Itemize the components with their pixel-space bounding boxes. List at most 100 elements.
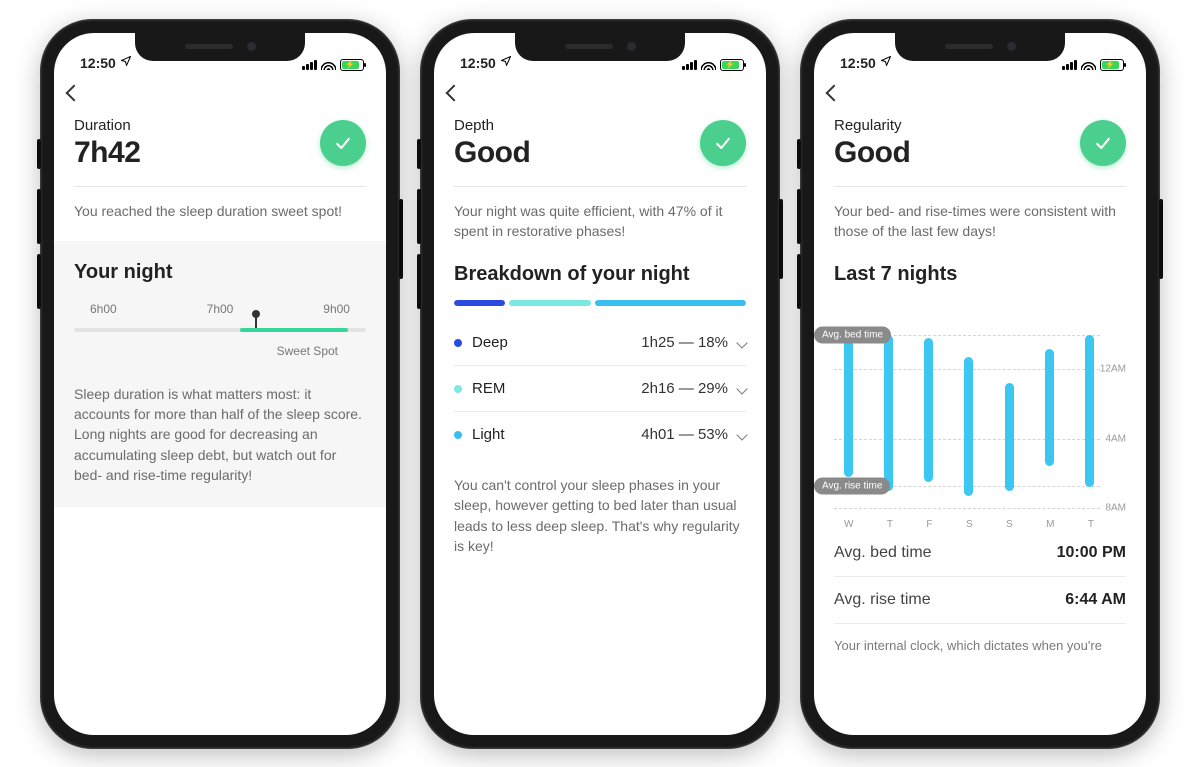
avg-bed-pill: Avg. bed time bbox=[814, 326, 891, 343]
metric-eyebrow: Depth bbox=[454, 117, 530, 134]
nav-back[interactable] bbox=[434, 73, 766, 113]
phase-value: 4h01 — 53% bbox=[641, 426, 728, 443]
metric-eyebrow: Regularity bbox=[834, 117, 910, 134]
signal-icon bbox=[682, 60, 697, 70]
status-badge bbox=[700, 120, 746, 166]
night-bar bbox=[924, 300, 933, 508]
screen-depth: 12:50 ⚡ Depth Good bbox=[434, 33, 766, 735]
signal-icon bbox=[1062, 60, 1077, 70]
status-time: 12:50 bbox=[80, 55, 116, 71]
day-label: W bbox=[844, 519, 853, 530]
battery-icon: ⚡ bbox=[1100, 59, 1124, 71]
battery-icon: ⚡ bbox=[340, 59, 364, 71]
day-label: F bbox=[926, 519, 932, 530]
avg-rise-label: Avg. rise time bbox=[834, 591, 931, 609]
axis-label: 4AM bbox=[1105, 433, 1126, 444]
nav-back[interactable] bbox=[814, 73, 1146, 113]
phase-row[interactable]: Light 4h01 — 53% bbox=[454, 412, 746, 457]
regularity-chart: 12AM4AM8AMAvg. bed timeAvg. rise timeWTF… bbox=[834, 300, 1126, 530]
signal-icon bbox=[302, 60, 317, 70]
status-time: 12:50 bbox=[840, 55, 876, 71]
check-icon bbox=[713, 133, 733, 153]
day-labels: WTFSSMT bbox=[844, 519, 1094, 530]
wifi-icon bbox=[1081, 59, 1096, 70]
check-icon bbox=[1093, 133, 1113, 153]
day-label: S bbox=[966, 519, 973, 530]
metric-value: Good bbox=[454, 136, 530, 170]
sleep-bar bbox=[1085, 335, 1094, 488]
tick-label: 9h00 bbox=[323, 302, 350, 316]
screen-regularity: 12:50 ⚡ Regularity Good bbox=[814, 33, 1146, 735]
status-badge bbox=[320, 120, 366, 166]
phase-row[interactable]: Deep 1h25 — 18% bbox=[454, 320, 746, 366]
check-icon bbox=[333, 133, 353, 153]
chevron-down-icon bbox=[736, 383, 747, 394]
day-label: T bbox=[1088, 519, 1094, 530]
wifi-icon bbox=[321, 59, 336, 70]
section-title: Last 7 nights bbox=[834, 263, 1126, 286]
avg-bed-row: Avg. bed time 10:00 PM bbox=[834, 530, 1126, 577]
screen-duration: 12:50 ⚡ Duration 7h42 bbox=[54, 33, 386, 735]
phase-value: 2h16 — 29% bbox=[641, 380, 728, 397]
tick-label: 7h00 bbox=[207, 302, 234, 316]
phase-dot-icon bbox=[454, 385, 462, 393]
night-bar bbox=[1005, 300, 1014, 508]
notch bbox=[135, 33, 305, 61]
nav-back[interactable] bbox=[54, 73, 386, 113]
phase-value: 1h25 — 18% bbox=[641, 334, 728, 351]
explain-text: You can't control your sleep phases in y… bbox=[454, 475, 746, 556]
phase-row[interactable]: REM 2h16 — 29% bbox=[454, 366, 746, 412]
phone-device-frame: 12:50 ⚡ Depth Good bbox=[420, 19, 780, 749]
sleep-bar bbox=[884, 335, 893, 491]
notch bbox=[895, 33, 1065, 61]
avg-rise-pill: Avg. rise time bbox=[814, 477, 890, 494]
sleep-bar bbox=[924, 338, 933, 482]
phase-list: Deep 1h25 — 18% REM 2h16 — 29% Light 4h01 — 5… bbox=[454, 320, 746, 457]
day-label: T bbox=[887, 519, 893, 530]
avg-rise-row: Avg. rise time 6:44 AM bbox=[834, 577, 1126, 624]
phone-device-frame: 12:50 ⚡ Regularity Good bbox=[800, 19, 1160, 749]
current-value-handle bbox=[255, 317, 257, 328]
section-title: Breakdown of your night bbox=[454, 263, 746, 286]
avg-rise-value: 6:44 AM bbox=[1065, 591, 1126, 609]
metric-value: 7h42 bbox=[74, 136, 140, 170]
phase-name: Deep bbox=[472, 334, 508, 351]
summary-text: You reached the sleep duration sweet spo… bbox=[74, 201, 366, 221]
day-label: S bbox=[1006, 519, 1013, 530]
status-time: 12:50 bbox=[460, 55, 496, 71]
explain-text: Sleep duration is what matters most: it … bbox=[74, 384, 366, 485]
night-bar bbox=[1045, 300, 1054, 508]
phase-dot-icon bbox=[454, 339, 462, 347]
avg-bed-value: 10:00 PM bbox=[1057, 544, 1126, 562]
axis-label: 12AM bbox=[1100, 364, 1126, 375]
phone-device-frame: 12:50 ⚡ Duration 7h42 bbox=[40, 19, 400, 749]
metric-eyebrow: Duration bbox=[74, 117, 140, 134]
axis-label: 8AM bbox=[1105, 503, 1126, 514]
avg-bed-label: Avg. bed time bbox=[834, 544, 932, 562]
section-title: Your night bbox=[74, 261, 366, 284]
back-icon bbox=[826, 84, 843, 101]
chevron-down-icon bbox=[736, 429, 747, 440]
location-icon bbox=[500, 55, 512, 70]
sleep-bar bbox=[964, 357, 973, 496]
summary-text: Your night was quite efficient, with 47%… bbox=[454, 201, 746, 242]
back-icon bbox=[446, 84, 463, 101]
phase-name: REM bbox=[472, 380, 505, 397]
phase-stacked-bar bbox=[454, 300, 746, 306]
location-icon bbox=[880, 55, 892, 70]
phase-name: Light bbox=[472, 426, 505, 443]
duration-ticks: 6h00 7h00 9h00 bbox=[74, 302, 366, 322]
tick-label: 6h00 bbox=[90, 302, 117, 316]
sleep-bar bbox=[844, 328, 853, 477]
metric-value: Good bbox=[834, 136, 910, 170]
wifi-icon bbox=[701, 59, 716, 70]
sweet-spot-label: Sweet Spot bbox=[74, 344, 366, 358]
summary-text: Your bed- and rise-times were consistent… bbox=[834, 201, 1126, 242]
explain-cutoff: Your internal clock, which dictates when… bbox=[834, 638, 1126, 653]
duration-track[interactable] bbox=[74, 328, 366, 332]
chevron-down-icon bbox=[736, 337, 747, 348]
location-icon bbox=[120, 55, 132, 70]
night-bar bbox=[1085, 300, 1094, 508]
night-bar bbox=[964, 300, 973, 508]
grid-line bbox=[834, 508, 1100, 509]
